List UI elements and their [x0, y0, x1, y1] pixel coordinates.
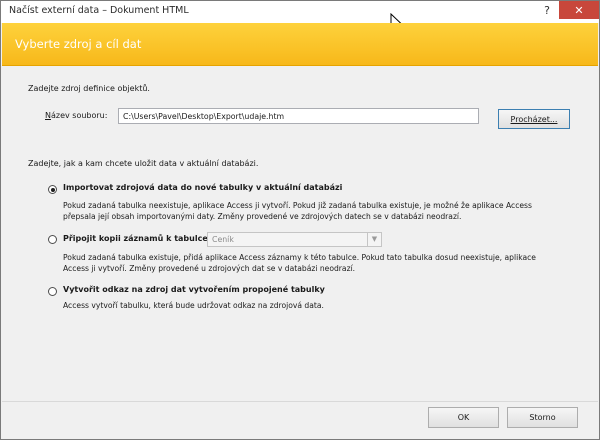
- file-name-label: Název souboru:: [45, 111, 108, 120]
- link-radio[interactable]: [48, 287, 57, 296]
- chevron-down-icon[interactable]: ▼: [367, 233, 381, 246]
- file-path-input[interactable]: [118, 108, 479, 124]
- append-radio[interactable]: [48, 235, 57, 244]
- target-section-label: Zadejte, jak a kam chcete uložit data v …: [28, 159, 259, 168]
- import-option-description: Pokud zadaná tabulka neexistuje, aplikac…: [63, 201, 532, 221]
- title-bar[interactable]: Načíst externí data – Dokument HTML ? ✕: [1, 1, 599, 23]
- footer-divider: [2, 401, 598, 402]
- table-select-value: Ceník: [212, 235, 234, 244]
- link-option-description: Access vytvoří tabulku, která bude udržo…: [63, 301, 324, 310]
- append-option-description: Pokud zadaná tabulka existuje, přidá apl…: [63, 253, 536, 273]
- help-button[interactable]: ?: [536, 1, 558, 19]
- source-section-label: Zadejte zdroj definice objektů.: [28, 84, 150, 93]
- close-button[interactable]: ✕: [559, 1, 599, 19]
- window-title: Načíst externí data – Dokument HTML: [9, 5, 189, 16]
- ok-button[interactable]: OK: [428, 407, 499, 428]
- import-option-label[interactable]: Importovat zdrojová data do nové tabulky…: [63, 183, 342, 192]
- browse-button[interactable]: Procházet...: [498, 109, 570, 129]
- import-radio[interactable]: [48, 185, 57, 194]
- import-dialog: Načíst externí data – Dokument HTML ? ✕ …: [0, 0, 600, 440]
- header-banner: Vyberte zdroj a cíl dat: [2, 23, 598, 66]
- banner-title: Vyberte zdroj a cíl dat: [15, 37, 142, 51]
- cancel-button[interactable]: Storno: [507, 407, 578, 428]
- browse-label: Procházet...: [510, 114, 558, 124]
- table-select[interactable]: Ceník ▼: [207, 232, 382, 247]
- link-option-label[interactable]: Vytvořit odkaz na zdroj dat vytvořením p…: [63, 285, 325, 294]
- append-option-label[interactable]: Připojit kopii záznamů k tabulce:: [63, 234, 211, 243]
